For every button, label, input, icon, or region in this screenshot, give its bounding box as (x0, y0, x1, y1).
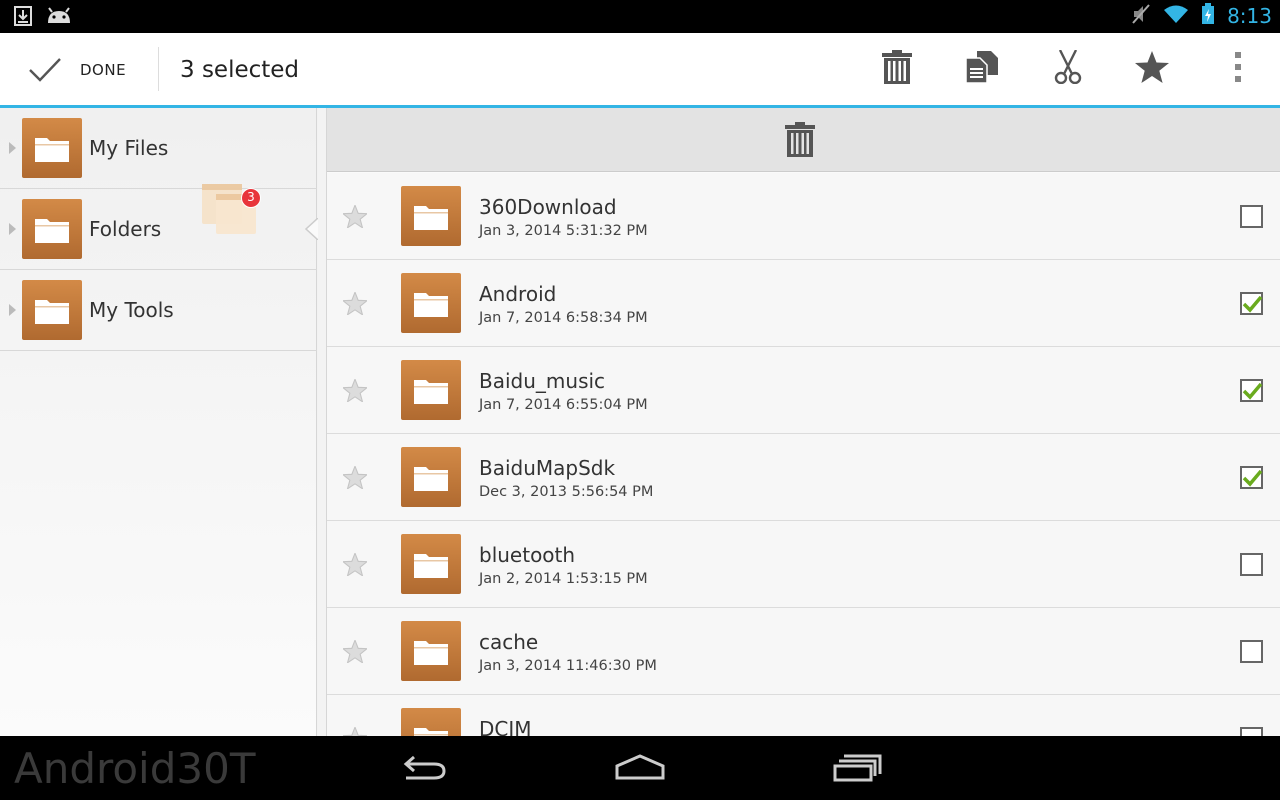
download-icon (14, 6, 32, 30)
file-date: Jan 3, 2014 11:46:30 PM (479, 658, 657, 674)
folder-icon (401, 708, 461, 736)
home-button[interactable] (610, 750, 670, 786)
check-icon (1242, 469, 1263, 487)
file-date: Jan 2, 2014 1:53:15 PM (479, 571, 648, 587)
folder-icon (401, 534, 461, 598)
cut-icon (1052, 49, 1084, 88)
folder-icon (401, 621, 461, 685)
home-icon (610, 754, 670, 790)
folder-icon (401, 447, 461, 511)
action-divider (158, 47, 159, 91)
mute-icon (1131, 3, 1151, 29)
file-date: Jan 3, 2014 5:31:32 PM (479, 223, 648, 239)
star-outline-icon[interactable] (341, 638, 369, 667)
check-icon (1242, 295, 1263, 313)
expand-arrow-icon[interactable] (9, 304, 16, 316)
sidebar-item-my-tools[interactable]: My Tools (0, 270, 317, 351)
overflow-menu-button[interactable] (1218, 49, 1258, 89)
sidebar-item-label: Folders (89, 217, 162, 241)
drag-shadow: 3 (200, 180, 262, 240)
check-icon (1242, 382, 1263, 400)
star-icon (1135, 51, 1169, 87)
select-checkbox[interactable] (1240, 553, 1263, 576)
select-checkbox[interactable] (1240, 292, 1263, 315)
back-icon (394, 755, 454, 790)
file-name: Baidu_music (479, 369, 606, 393)
star-outline-icon[interactable] (341, 290, 369, 319)
folder-icon (22, 118, 82, 182)
trash-icon (785, 122, 815, 162)
wifi-icon (1163, 4, 1189, 28)
watermark-logo: Android30T (14, 744, 256, 793)
expand-arrow-icon[interactable] (9, 223, 16, 235)
expand-arrow-icon[interactable] (9, 142, 16, 154)
trash-icon (882, 50, 912, 88)
file-row[interactable]: DCIM (327, 695, 1280, 736)
favorite-button[interactable] (1132, 49, 1172, 89)
recents-button[interactable] (828, 750, 888, 786)
select-checkbox[interactable] (1240, 205, 1263, 228)
file-name: BaiduMapSdk (479, 456, 616, 480)
select-checkbox[interactable] (1240, 466, 1263, 489)
count-badge: 3 (241, 188, 261, 208)
star-outline-icon[interactable] (341, 377, 369, 406)
file-name: bluetooth (479, 543, 576, 567)
file-row[interactable]: Android Jan 7, 2014 6:58:34 PM (327, 260, 1280, 347)
file-name: 360Download (479, 195, 617, 219)
file-row[interactable]: BaiduMapSdk Dec 3, 2013 5:56:54 PM (327, 434, 1280, 521)
file-name: DCIM (479, 717, 532, 736)
folder-icon (22, 199, 82, 263)
selected-indicator-icon (304, 217, 319, 244)
done-label: DONE (80, 61, 127, 79)
delete-button[interactable] (877, 49, 917, 89)
done-button[interactable]: DONE (0, 33, 158, 105)
copy-button[interactable] (962, 49, 1002, 89)
select-checkbox[interactable] (1240, 727, 1263, 736)
recents-icon (828, 754, 888, 790)
android-debug-icon (46, 7, 72, 29)
checkmark-icon (28, 57, 62, 87)
file-row[interactable]: Baidu_music Jan 7, 2014 6:55:04 PM (327, 347, 1280, 434)
file-name: Android (479, 282, 557, 306)
folder-icon (401, 273, 461, 337)
file-row[interactable]: bluetooth Jan 2, 2014 1:53:15 PM (327, 521, 1280, 608)
file-list: 360Download Jan 3, 2014 5:31:32 PM Android… (327, 108, 1280, 736)
file-name: cache (479, 630, 539, 654)
sidebar-item-label: My Tools (89, 298, 174, 322)
select-checkbox[interactable] (1240, 640, 1263, 663)
folder-icon (401, 360, 461, 424)
sidebar: My Files Folders My Tools (0, 108, 319, 736)
folder-icon (401, 186, 461, 250)
sidebar-item-label: My Files (89, 136, 169, 160)
clock: 8:13 (1227, 4, 1272, 28)
file-date: Jan 7, 2014 6:58:34 PM (479, 310, 648, 326)
file-row[interactable]: 360Download Jan 3, 2014 5:31:32 PM (327, 173, 1280, 260)
select-checkbox[interactable] (1240, 379, 1263, 402)
delete-drop-zone[interactable] (327, 108, 1280, 172)
status-bar: 8:13 (0, 0, 1280, 33)
folder-icon (22, 280, 82, 344)
copy-icon (965, 51, 999, 87)
contextual-action-bar: DONE 3 selected (0, 33, 1280, 108)
file-row[interactable]: cache Jan 3, 2014 11:46:30 PM (327, 608, 1280, 695)
star-outline-icon[interactable] (341, 464, 369, 493)
sidebar-item-folders[interactable]: Folders (0, 189, 317, 270)
cut-button[interactable] (1048, 49, 1088, 89)
file-date: Dec 3, 2013 5:56:54 PM (479, 484, 654, 500)
pane-divider[interactable] (318, 108, 327, 736)
sidebar-item-my-files[interactable]: My Files (0, 108, 317, 189)
file-date: Jan 7, 2014 6:55:04 PM (479, 397, 648, 413)
star-outline-icon[interactable] (341, 725, 369, 736)
star-outline-icon[interactable] (341, 551, 369, 580)
back-button[interactable] (394, 750, 454, 786)
star-outline-icon[interactable] (341, 203, 369, 232)
selection-count: 3 selected (180, 57, 300, 83)
overflow-icon (1233, 52, 1243, 86)
battery-icon (1201, 3, 1215, 29)
navigation-bar: Android30T (0, 736, 1280, 800)
